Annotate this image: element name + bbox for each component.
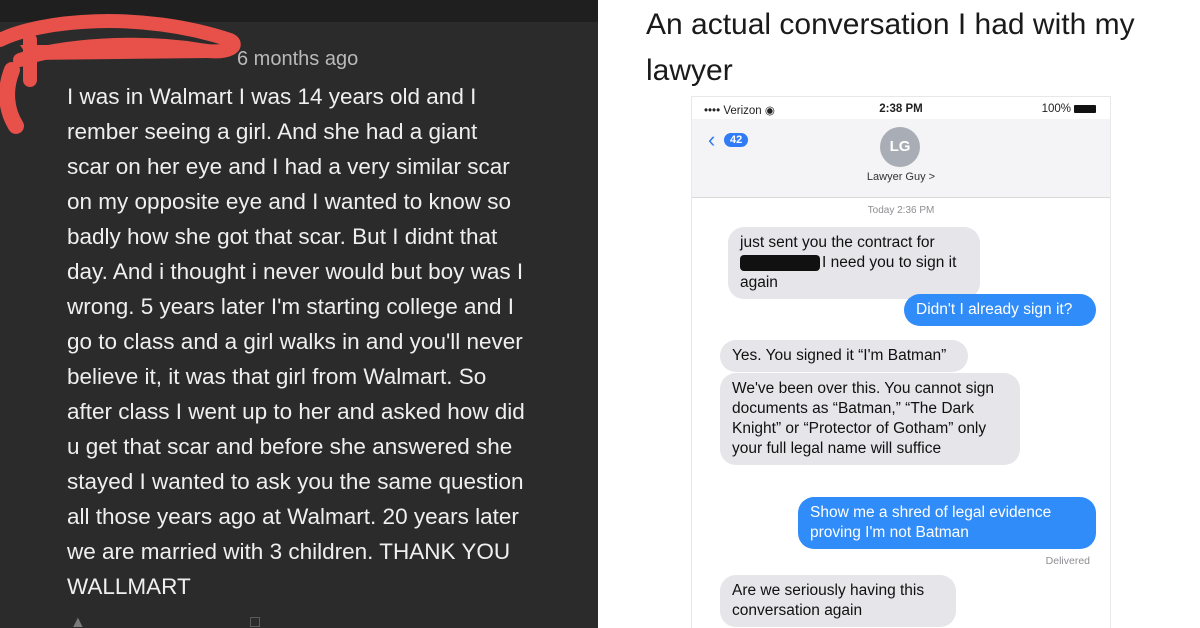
comment-line: all those years ago at Walmart. 20 years…: [67, 504, 519, 529]
panel-divider: [598, 0, 608, 628]
comment-line: WALLMART: [67, 574, 191, 599]
comment-line: after class I went up to her and asked h…: [67, 399, 525, 424]
comment-line: believe it, it was that girl from Walmar…: [67, 364, 487, 389]
redaction-bar: [740, 254, 820, 271]
battery-status: 100%: [1042, 103, 1096, 115]
comment-line: rember seeing a girl. And she had a gian…: [67, 119, 478, 144]
message-bubble: Yes. You signed it “I'm Batman”: [720, 340, 968, 372]
message-bubble: Didn't I already sign it?: [904, 294, 1096, 326]
comment-panel: 6 months ago I was in Walmart I was 14 y…: [0, 0, 598, 628]
comment-line: wrong. 5 years later I'm starting colleg…: [67, 294, 515, 319]
comment-line: badly how she got that scar. But I didnt…: [67, 224, 498, 249]
message-timestamp: Today 2:36 PM: [867, 205, 935, 216]
avatar[interactable]: LG: [880, 127, 920, 167]
message-bubble: Are we seriously having this conversatio…: [720, 575, 956, 627]
delivered-status: Delivered: [1045, 555, 1090, 567]
unread-badge[interactable]: 42: [724, 133, 749, 147]
battery-icon: [1074, 104, 1096, 113]
comment-text: I was in Walmart I was 14 years old and …: [67, 79, 572, 604]
comment-line: day. And i thought i never would but boy…: [67, 259, 524, 284]
comment-line: scar on her eye and I had a very similar…: [67, 154, 510, 179]
message-bubble: Show me a shred of legal evidence provin…: [798, 497, 1096, 549]
message-bubble: We've been over this. You cannot sign do…: [720, 373, 1020, 465]
comment-actions: ▲ □: [70, 614, 420, 628]
meme-caption: An actual conversation I had with my law…: [646, 8, 1135, 87]
phone-screenshot: •••• Verizon ◉ 2:38 PM 100% ‹ 42 LG Lawy…: [692, 97, 1110, 628]
comment-line: on my opposite eye and I wanted to know …: [67, 189, 512, 214]
conversation-header: ‹ 42 LG Lawyer Guy >: [692, 119, 1110, 198]
contact-name[interactable]: Lawyer Guy >: [692, 171, 1110, 183]
back-chevron-icon[interactable]: ‹: [708, 129, 715, 151]
status-bar: •••• Verizon ◉ 2:38 PM 100%: [692, 97, 1110, 119]
reply-icon[interactable]: □: [250, 614, 260, 628]
comment-line: go to class and a girl walks in and you'…: [67, 329, 523, 354]
comment-line: we are married with 3 children. THANK YO…: [67, 539, 511, 564]
comment-line: u get that scar and before she answered …: [67, 434, 513, 459]
comment-line: stayed I wanted to ask you the same ques…: [67, 469, 524, 494]
message-bubble: just sent you the contract for I need yo…: [728, 227, 980, 299]
comment-timestamp: 6 months ago: [237, 48, 359, 70]
upvote-icon[interactable]: ▲: [70, 614, 86, 628]
comment-line: I was in Walmart I was 14 years old and …: [67, 84, 477, 109]
meme-panel: An actual conversation I had with my law…: [608, 0, 1200, 628]
